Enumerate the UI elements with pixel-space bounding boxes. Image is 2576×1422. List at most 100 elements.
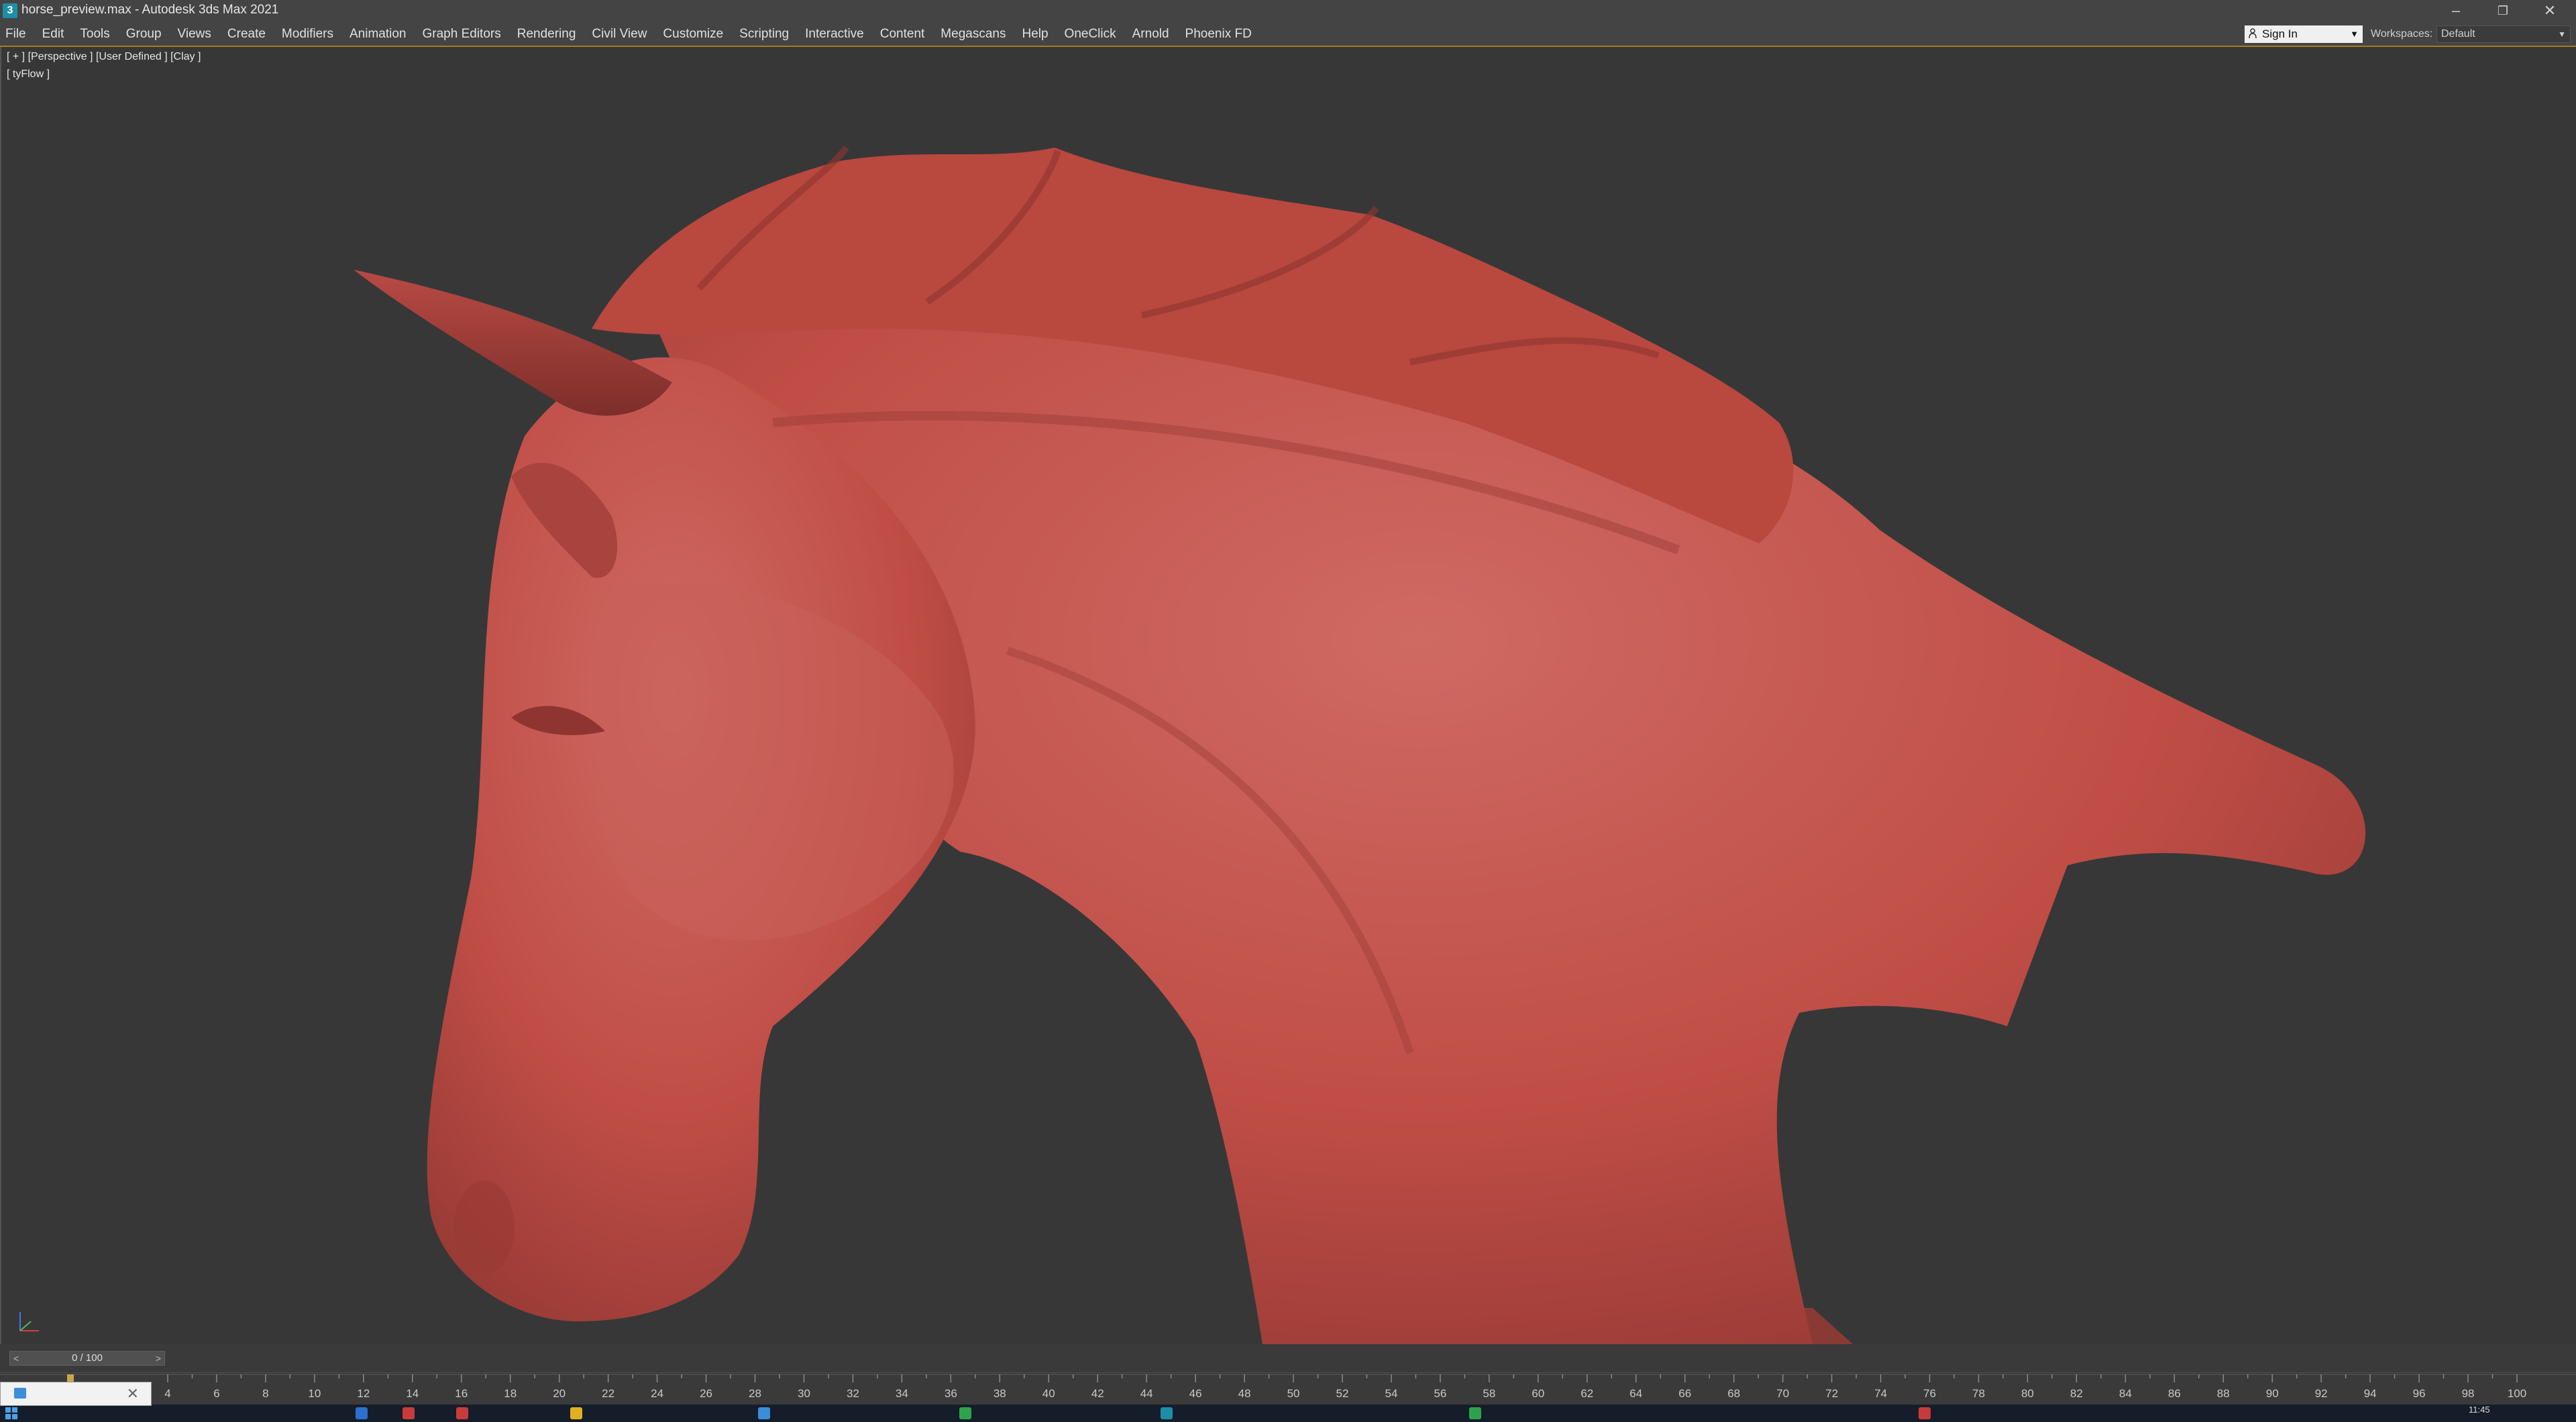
track-bar-tick-label: 86: [2168, 1387, 2181, 1400]
track-bar-tick-label: 74: [1874, 1387, 1887, 1400]
clock[interactable]: 11:45: [2469, 1405, 2490, 1415]
menu-create[interactable]: Create: [227, 27, 266, 42]
track-bar-tick-label: 98: [2462, 1387, 2475, 1400]
track-bar-tick-label: 56: [1434, 1387, 1446, 1400]
app-taskbar-icon[interactable]: [758, 1407, 770, 1419]
time-slider: < 0 / 100 >: [0, 1344, 2576, 1372]
axis-tripod-icon: [19, 1312, 39, 1331]
track-bar-tick-label: 62: [1580, 1387, 1593, 1400]
close-icon[interactable]: ✕: [127, 1385, 139, 1403]
menu-graph-editors[interactable]: Graph Editors: [423, 27, 501, 42]
3dsmax-icon: [14, 1388, 26, 1399]
time-slider-track[interactable]: < 0 / 100 >: [9, 1351, 165, 1366]
track-bar-tick-label: 28: [749, 1387, 761, 1400]
workspaces-value: Default: [2441, 28, 2475, 40]
track-bar-tick-label: 50: [1287, 1387, 1300, 1400]
app-taskbar-icon[interactable]: [959, 1407, 971, 1419]
menu-arnold[interactable]: Arnold: [1132, 27, 1169, 42]
track-bar-tick-label: 36: [945, 1387, 957, 1400]
menu-group[interactable]: Group: [126, 27, 162, 42]
app-taskbar-icon[interactable]: [1469, 1407, 1481, 1419]
frame-counter: 0 / 100: [72, 1352, 103, 1364]
menu-help[interactable]: Help: [1022, 27, 1048, 42]
minimize-button[interactable]: –: [2432, 0, 2479, 23]
track-bar-tick-label: 52: [1336, 1387, 1349, 1400]
track-bar-tick-label: 100: [2508, 1387, 2526, 1400]
horse-sculpt-model: [354, 145, 2366, 1344]
menu-animation[interactable]: Animation: [350, 27, 407, 42]
track-bar-tick-label: 42: [1091, 1387, 1104, 1400]
track-bar-tick-label: 68: [1727, 1387, 1740, 1400]
workspaces-label: Workspaces:: [2371, 28, 2433, 40]
restore-button[interactable]: ❐: [2479, 0, 2526, 23]
track-bar-tick-label: 72: [1825, 1387, 1838, 1400]
workspaces-select[interactable]: Default ▼: [2436, 25, 2571, 43]
track-bar-tick-label: 10: [308, 1387, 321, 1400]
menu-rendering[interactable]: Rendering: [517, 27, 576, 42]
sign-in-dropdown[interactable]: Sign In ▼: [2245, 25, 2363, 43]
track-bar-tick-label: 48: [1238, 1387, 1251, 1400]
track-bar-tick-label: 32: [847, 1387, 859, 1400]
close-button[interactable]: ✕: [2526, 0, 2573, 23]
track-bar-tick-label: 34: [896, 1387, 908, 1400]
perspective-viewport[interactable]: [ + ] [Perspective ] [User Defined ] [Cl…: [0, 47, 2576, 1344]
menu-items: File Edit Tools Group Views Create Modif…: [5, 23, 1252, 46]
track-bar-tick-label: 90: [2266, 1387, 2279, 1400]
menu-content[interactable]: Content: [880, 27, 925, 42]
menu-interactive[interactable]: Interactive: [805, 27, 864, 42]
track-bar-tick-label: 6: [213, 1387, 219, 1400]
track-bar-tick-label: 12: [357, 1387, 370, 1400]
track-bar-tick-label: 92: [2315, 1387, 2328, 1400]
taskbar-thumbnail[interactable]: ✕: [0, 1382, 152, 1406]
app-taskbar-icon[interactable]: [402, 1407, 415, 1419]
menu-scripting[interactable]: Scripting: [739, 27, 789, 42]
track-bar-tick-label: 38: [994, 1387, 1006, 1400]
windows-start-icon[interactable]: [4, 1406, 19, 1421]
menu-modifiers[interactable]: Modifiers: [282, 27, 333, 42]
menu-file[interactable]: File: [5, 27, 26, 42]
track-bar-tick-label: 26: [700, 1387, 712, 1400]
app-taskbar-icon[interactable]: [456, 1407, 468, 1419]
menu-edit[interactable]: Edit: [42, 27, 64, 42]
track-bar-tick-label: 46: [1189, 1387, 1202, 1400]
menu-oneclick[interactable]: OneClick: [1065, 27, 1116, 42]
track-bar-tick-label: 8: [262, 1387, 268, 1400]
next-frame-button[interactable]: >: [152, 1352, 164, 1365]
chevron-down-icon: ▼: [2558, 30, 2566, 39]
menu-megascans[interactable]: Megascans: [941, 27, 1006, 42]
title-bar: 3 horse_preview.max - Autodesk 3ds Max 2…: [0, 0, 2576, 23]
menu-bar: File Edit Tools Group Views Create Modif…: [0, 23, 2576, 47]
track-bar-tick-label: 78: [1972, 1387, 1985, 1400]
track-bar-tick-label: 94: [2364, 1387, 2377, 1400]
track-bar-tick-label: 30: [798, 1387, 810, 1400]
track-bar-tick-label: 96: [2413, 1387, 2426, 1400]
menu-views[interactable]: Views: [178, 27, 211, 42]
menu-civil-view[interactable]: Civil View: [592, 27, 647, 42]
app-taskbar-icon[interactable]: [570, 1407, 582, 1419]
track-bar-tick-label: 44: [1140, 1387, 1153, 1400]
track-bar-ruler: 4 6 8 10 12 14 16 18 20 22 24 26 28 30 32 34 36 38 40 42 44 4…: [0, 1374, 2576, 1400]
track-bar-tick-label: 80: [2021, 1387, 2034, 1400]
menu-customize[interactable]: Customize: [663, 27, 723, 42]
previous-frame-button[interactable]: <: [10, 1352, 22, 1365]
app-taskbar-icon[interactable]: [1919, 1407, 1931, 1419]
menu-phoenix-fd[interactable]: Phoenix FD: [1185, 27, 1252, 42]
track-bar-tick-label: 84: [2119, 1387, 2132, 1400]
menu-tools[interactable]: Tools: [80, 27, 109, 42]
track-bar-tick-label: 76: [1923, 1387, 1936, 1400]
user-icon: [2249, 28, 2257, 39]
chevron-down-icon: ▼: [2350, 29, 2359, 39]
app-icon[interactable]: 3: [3, 3, 17, 18]
track-bar[interactable]: 4 6 8 10 12 14 16 18 20 22 24 26 28 30 32 34 36 38 40 42 44 4…: [0, 1372, 2576, 1405]
track-bar-tick-label: 58: [1483, 1387, 1495, 1400]
track-bar-tick-label: 22: [602, 1387, 614, 1400]
track-bar-tick-label: 20: [553, 1387, 566, 1400]
app-taskbar-icon[interactable]: [356, 1407, 368, 1419]
track-bar-tick-label: 88: [2217, 1387, 2230, 1400]
tyflow-label[interactable]: [ tyFlow ]: [7, 68, 50, 80]
track-bar-tick-label: 60: [1532, 1387, 1544, 1400]
3dsmax-taskbar-icon[interactable]: [1161, 1407, 1173, 1419]
viewport-label[interactable]: [ + ] [Perspective ] [User Defined ] [Cl…: [7, 51, 201, 63]
track-bar-tick-label: 24: [651, 1387, 663, 1400]
track-bar-tick-label: 4: [164, 1387, 170, 1400]
